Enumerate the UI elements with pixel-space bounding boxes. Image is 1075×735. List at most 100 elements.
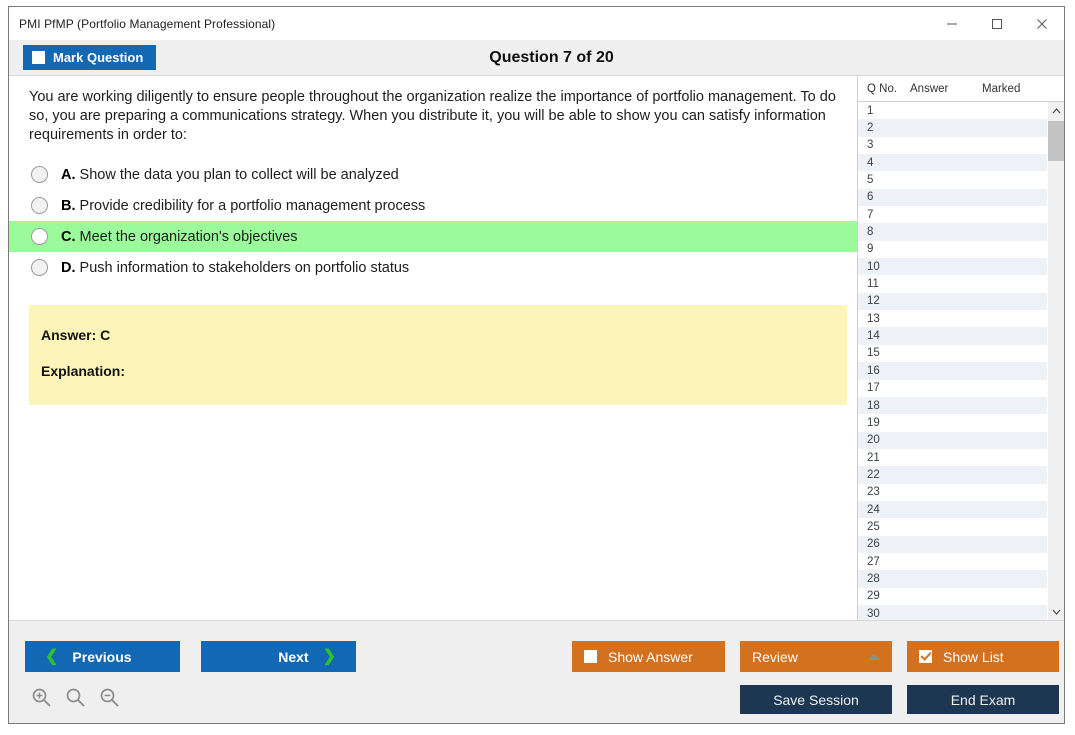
option-row-a[interactable]: A. Show the data you plan to collect wil…: [9, 159, 857, 190]
question-list-row[interactable]: 2: [858, 119, 1047, 137]
end-exam-label: End Exam: [950, 691, 1016, 708]
cell-question-number: 14: [867, 330, 880, 343]
save-session-label: Save Session: [773, 691, 859, 708]
zoom-tools: [31, 687, 120, 708]
zoom-in-icon[interactable]: [31, 687, 52, 708]
cell-question-number: 19: [867, 416, 880, 429]
question-list-scroll-area: 1 2 3 4 5 6 7 8 9 10 11 12 13 14 15 16 17 18 19 20 21 22 23 24 2…: [858, 102, 1064, 620]
question-text: You are working diligently to ensure peo…: [29, 89, 836, 143]
chevron-up-icon: [868, 653, 880, 660]
zoom-reset-icon[interactable]: [65, 687, 86, 708]
question-list-row[interactable]: 30: [858, 604, 1047, 620]
previous-button[interactable]: ❮ Previous: [25, 641, 180, 672]
chevron-right-icon: ❯: [322, 647, 336, 665]
question-list-row[interactable]: 3: [858, 137, 1047, 154]
question-list-row[interactable]: 16: [858, 362, 1047, 380]
question-list-row[interactable]: 6: [858, 188, 1047, 207]
chevron-left-icon: ❮: [45, 647, 59, 665]
footer-toolbar: ❮ Previous Next ❯ Show Answer Review Sho…: [9, 620, 1064, 723]
question-list-row[interactable]: 7: [858, 206, 1047, 223]
show-list-label: Show List: [943, 648, 1004, 665]
mark-question-checkbox[interactable]: [32, 51, 45, 64]
cell-question-number: 26: [867, 538, 880, 551]
cell-question-number: 5: [867, 174, 874, 187]
show-list-checkbox[interactable]: [919, 650, 932, 663]
exam-header-bar: Mark Question Question 7 of 20: [9, 40, 1064, 76]
option-text-d: Push information to stakeholders on port…: [79, 259, 410, 276]
cell-question-number: 6: [867, 191, 874, 204]
option-text-a: Show the data you plan to collect will b…: [79, 166, 399, 183]
maximize-icon[interactable]: [974, 7, 1019, 40]
minimize-icon[interactable]: [929, 7, 974, 40]
option-letter-c: C.: [61, 228, 76, 245]
question-list-row[interactable]: 28: [858, 570, 1047, 588]
question-list-row[interactable]: 9: [858, 241, 1047, 258]
question-list-row[interactable]: 11: [858, 275, 1047, 292]
next-button[interactable]: Next ❯: [201, 641, 356, 672]
cell-question-number: 29: [867, 590, 880, 603]
show-answer-checkbox[interactable]: [584, 650, 597, 663]
exam-window: PMI PfMP (Portfolio Management Professio…: [8, 6, 1065, 724]
question-list-row[interactable]: 18: [858, 396, 1047, 415]
radio-a[interactable]: [31, 166, 48, 183]
cell-question-number: 7: [867, 208, 874, 221]
cell-question-number: 23: [867, 486, 880, 499]
save-session-button[interactable]: Save Session: [740, 685, 892, 714]
question-pane: You are working diligently to ensure peo…: [9, 76, 857, 620]
question-list-row[interactable]: 26: [858, 535, 1047, 553]
question-list-rows[interactable]: 1 2 3 4 5 6 7 8 9 10 11 12 13 14 15 16 17 18 19 20 21 22 23 24 2…: [858, 102, 1047, 620]
option-letter-d: D.: [61, 259, 76, 276]
radio-b[interactable]: [31, 197, 48, 214]
cell-question-number: 13: [867, 312, 880, 325]
question-list-row[interactable]: 24: [858, 500, 1047, 519]
question-list-row[interactable]: 12: [858, 292, 1047, 311]
question-list-row[interactable]: 19: [858, 414, 1047, 431]
scrollbar-thumb[interactable]: [1048, 121, 1064, 161]
option-row-c[interactable]: C. Meet the organization's objectives: [9, 221, 857, 252]
cell-question-number: 10: [867, 260, 880, 273]
option-row-d[interactable]: D. Push information to stakeholders on p…: [9, 252, 857, 283]
question-list-row[interactable]: 17: [858, 380, 1047, 397]
window-title: PMI PfMP (Portfolio Management Professio…: [19, 16, 276, 31]
question-list-row[interactable]: 22: [858, 466, 1047, 484]
cell-question-number: 8: [867, 226, 874, 239]
question-list-row[interactable]: 4: [858, 154, 1047, 172]
question-list-row[interactable]: 20: [858, 431, 1047, 449]
question-counter: Question 7 of 20: [489, 48, 614, 66]
scroll-up-arrow-icon[interactable]: [1048, 102, 1064, 119]
question-list-row[interactable]: 8: [858, 223, 1047, 241]
question-list-row[interactable]: 27: [858, 553, 1047, 570]
radio-d[interactable]: [31, 259, 48, 276]
question-list-row[interactable]: 29: [858, 588, 1047, 605]
mark-question-button[interactable]: Mark Question: [23, 45, 157, 70]
question-list-row[interactable]: 14: [858, 327, 1047, 345]
cell-question-number: 18: [867, 399, 880, 412]
question-list-row[interactable]: 10: [858, 258, 1047, 276]
option-label-d: D. Push information to stakeholders on p…: [61, 260, 409, 276]
close-icon[interactable]: [1019, 7, 1064, 40]
question-list-row[interactable]: 23: [858, 484, 1047, 501]
scroll-down-arrow-icon[interactable]: [1048, 603, 1064, 620]
option-letter-b: B.: [61, 197, 76, 214]
option-row-b[interactable]: B. Provide credibility for a portfolio m…: [9, 190, 857, 221]
cell-question-number: 2: [867, 122, 874, 135]
mark-question-label: Mark Question: [53, 50, 144, 65]
zoom-out-icon[interactable]: [99, 687, 120, 708]
question-list-scrollbar[interactable]: [1047, 102, 1064, 620]
cell-question-number: 1: [867, 104, 874, 117]
show-list-button[interactable]: Show List: [907, 641, 1059, 672]
end-exam-button[interactable]: End Exam: [907, 685, 1059, 714]
cell-question-number: 24: [867, 503, 880, 516]
radio-c[interactable]: [31, 228, 48, 245]
answer-options: A. Show the data you plan to collect wil…: [9, 159, 857, 283]
question-list-row[interactable]: 15: [858, 345, 1047, 362]
review-dropdown[interactable]: Review: [740, 641, 892, 672]
question-list-row[interactable]: 21: [858, 449, 1047, 466]
question-list-row[interactable]: 13: [858, 310, 1047, 327]
question-list-row[interactable]: 5: [858, 171, 1047, 188]
show-answer-button[interactable]: Show Answer: [572, 641, 725, 672]
question-list-row[interactable]: 25: [858, 518, 1047, 535]
cell-question-number: 28: [867, 572, 880, 585]
review-label: Review: [752, 648, 798, 665]
question-list-row[interactable]: 1: [858, 102, 1047, 119]
